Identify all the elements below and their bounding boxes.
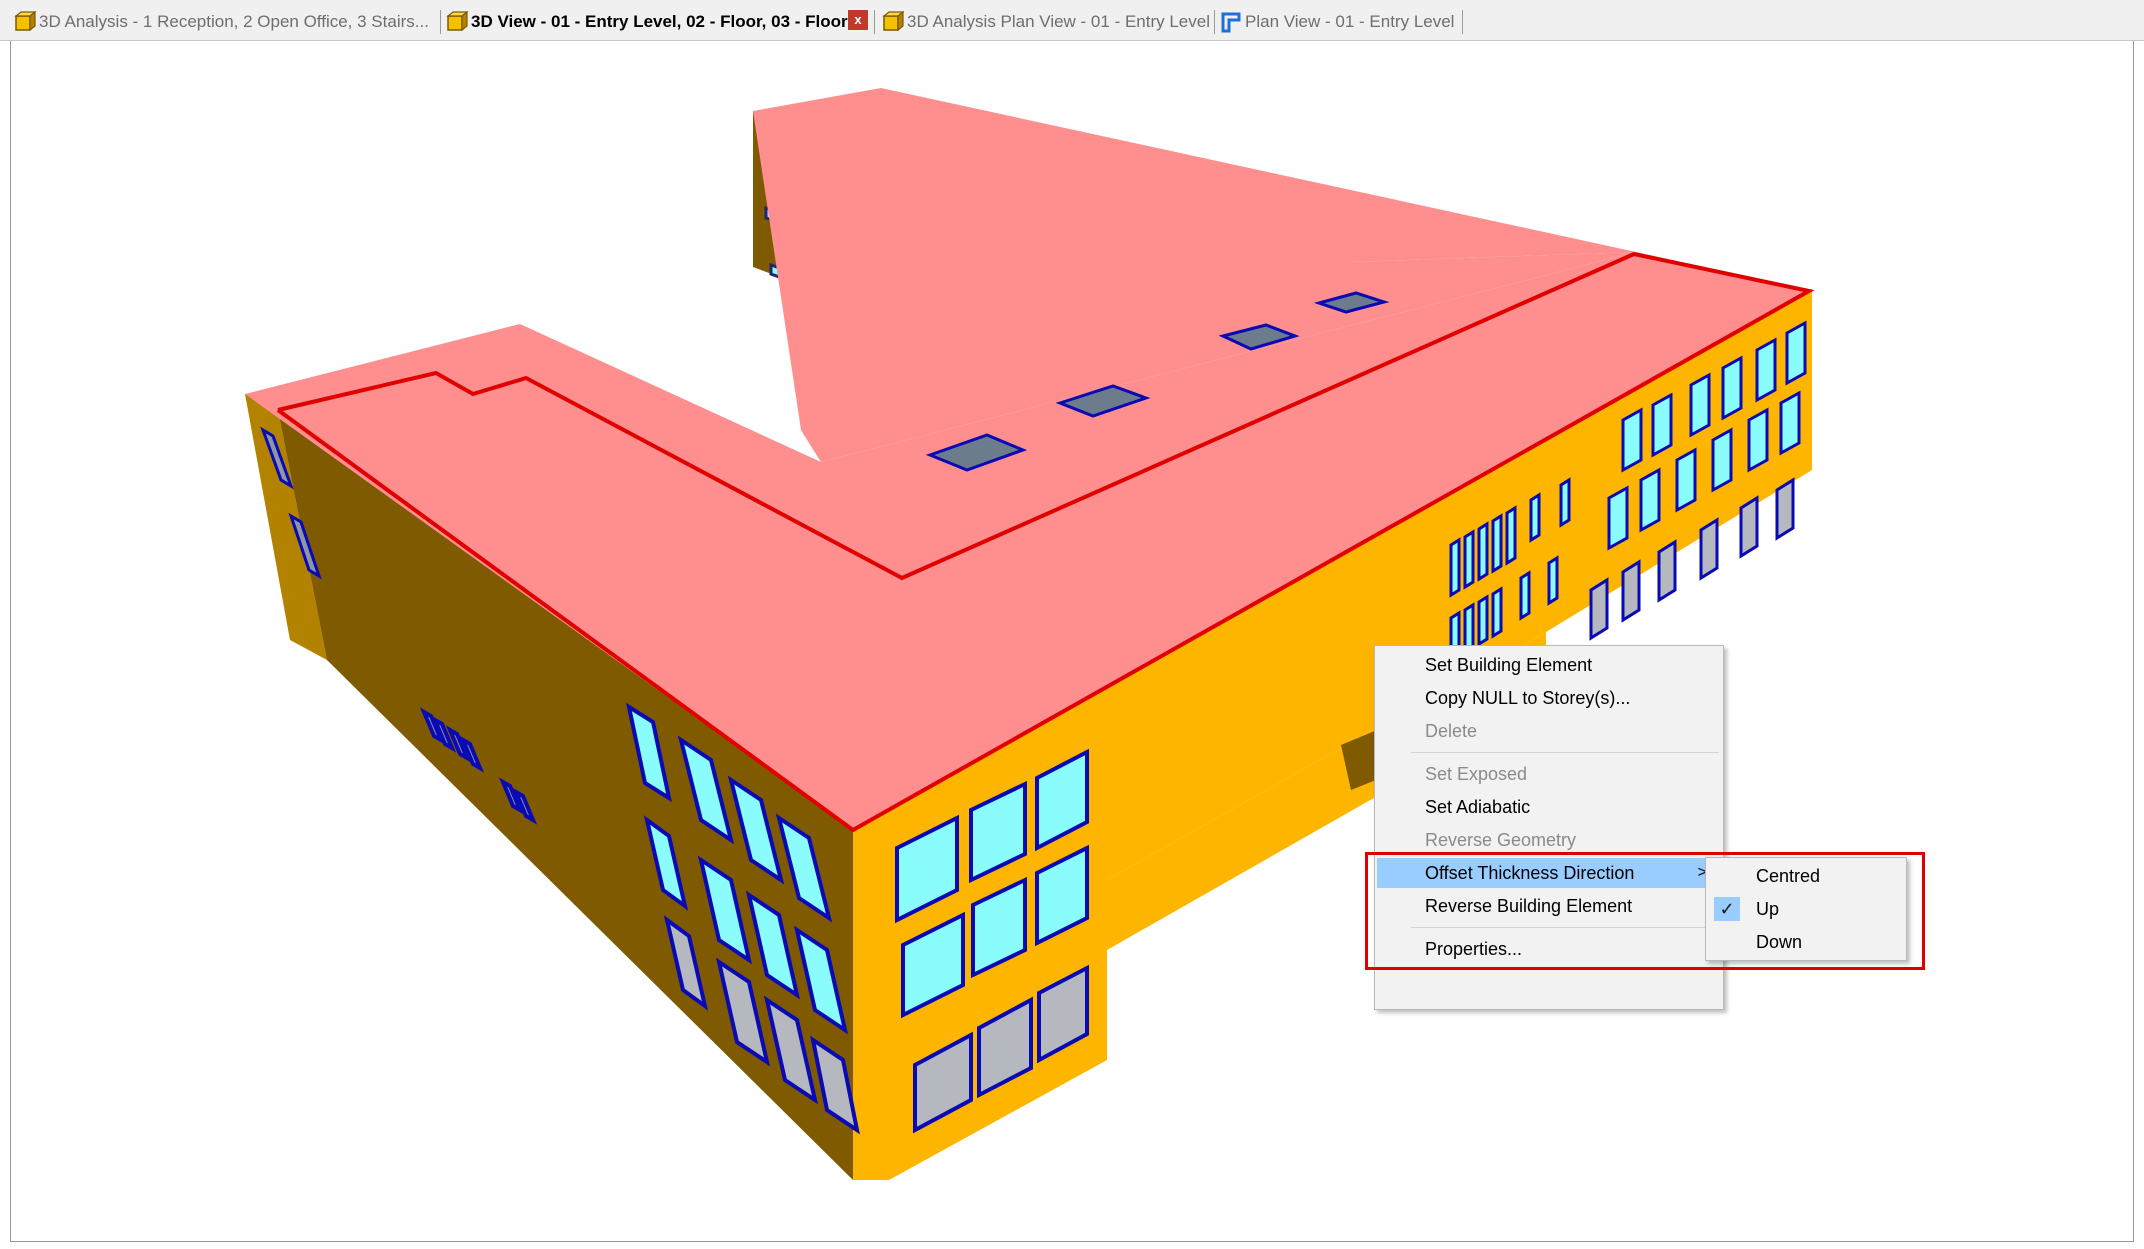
tab-3d-analysis[interactable]: 3D Analysis - 1 Reception, 2 Open Office… — [14, 8, 429, 36]
menu-separator — [1411, 752, 1719, 753]
tab-plan-view[interactable]: Plan View - 01 - Entry Level — [1220, 8, 1454, 36]
plan-view-icon — [1221, 12, 1241, 33]
menu-item-set-adiabatic[interactable]: Set Adiabatic — [1377, 792, 1721, 822]
menu-item-set-exposed[interactable]: Set Exposed — [1377, 759, 1721, 789]
tab-separator — [1462, 10, 1463, 34]
tab-3d-view[interactable]: 3D View - 01 - Entry Level, 02 - Floor, … — [446, 8, 848, 36]
tab-3d-analysis-plan-view[interactable]: 3D Analysis Plan View - 01 - Entry Level — [882, 8, 1210, 36]
document-tab-bar: 3D Analysis - 1 Reception, 2 Open Office… — [0, 0, 2144, 41]
3d-viewport[interactable]: Set Building Element Copy NULL to Storey… — [10, 41, 2134, 1242]
close-tab-button[interactable]: x — [848, 10, 868, 30]
tab-label: 3D View - 01 - Entry Level, 02 - Floor, … — [471, 12, 848, 31]
tab-label: 3D Analysis - 1 Reception, 2 Open Office… — [39, 12, 429, 31]
3d-model-icon — [882, 11, 904, 32]
building-model[interactable] — [11, 41, 2133, 1241]
tab-label: 3D Analysis Plan View - 01 - Entry Level — [907, 12, 1210, 31]
menu-item-set-building-element[interactable]: Set Building Element — [1377, 650, 1721, 680]
3d-model-icon — [446, 11, 468, 32]
tab-separator — [440, 10, 441, 34]
3d-model-icon — [14, 11, 36, 32]
tab-separator — [874, 10, 875, 34]
close-icon: x — [854, 12, 862, 27]
tab-label: Plan View - 01 - Entry Level — [1245, 12, 1455, 31]
menu-item-delete[interactable]: Delete — [1377, 716, 1721, 746]
highlight-annotation-box — [1365, 852, 1925, 970]
menu-item-copy-null-to-storeys[interactable]: Copy NULL to Storey(s)... — [1377, 683, 1721, 713]
tab-separator — [1214, 10, 1215, 34]
menu-item-reverse-geometry[interactable]: Reverse Geometry — [1377, 825, 1721, 855]
